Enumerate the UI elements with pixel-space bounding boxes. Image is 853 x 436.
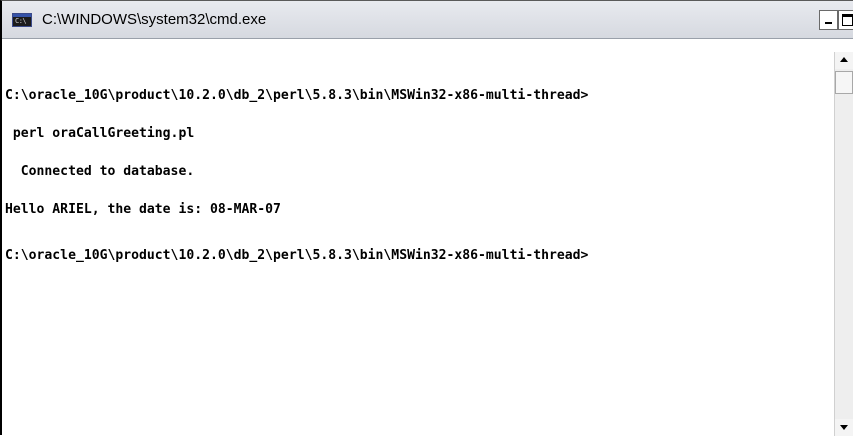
- title-bar[interactable]: C:\ C:\WINDOWS\system32\cmd.exe ×: [2, 1, 853, 39]
- console-line-prompt-2: C:\oracle_10G\product\10.2.0\db_2\perl\5…: [5, 246, 589, 263]
- cmd-console-icon-glyph: C:\: [15, 17, 27, 25]
- console-output[interactable]: C:\oracle_10G\product\10.2.0\db_2\perl\5…: [4, 39, 832, 436]
- vertical-scrollbar[interactable]: [834, 52, 853, 436]
- minimize-button[interactable]: [819, 10, 838, 30]
- minimize-icon: [825, 22, 832, 24]
- maximize-icon: [842, 14, 853, 26]
- console-text-area: C:\oracle_10G\product\10.2.0\db_2\perl\5…: [5, 64, 588, 287]
- console-line-prompt-1: C:\oracle_10G\product\10.2.0\db_2\perl\5…: [5, 87, 589, 104]
- scroll-up-button[interactable]: [835, 52, 853, 69]
- console-line-greeting: Hello ARIEL, the date is: 08-MAR-07: [5, 200, 281, 217]
- scroll-down-arrow-icon: [840, 425, 848, 430]
- cmd-console-icon[interactable]: C:\: [12, 13, 32, 27]
- cmd-window: C:\ C:\WINDOWS\system32\cmd.exe × C:\ora…: [0, 0, 853, 436]
- console-line-command: perl oraCallGreeting.pl: [5, 124, 195, 141]
- scroll-down-button[interactable]: [835, 419, 853, 436]
- console-line-connected: Connected to database.: [5, 162, 195, 179]
- window-title: C:\WINDOWS\system32\cmd.exe: [42, 11, 267, 28]
- maximize-button[interactable]: [838, 10, 853, 30]
- scroll-up-arrow-icon: [840, 57, 848, 62]
- scroll-thumb[interactable]: [835, 71, 853, 94]
